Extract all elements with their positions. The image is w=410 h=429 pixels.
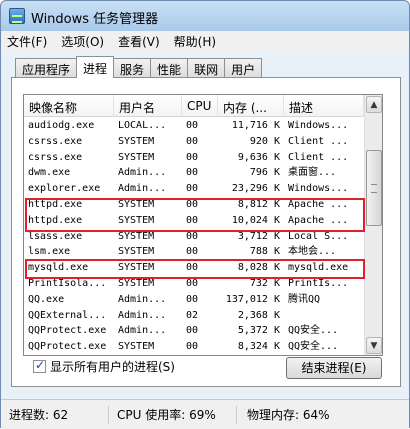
memory-value: 2,368 K [237,309,280,321]
memory-value: 137,012 K [225,293,280,305]
cpu-value: 00 [186,135,199,147]
process-row[interactable]: QQ.exe Admin... 00 137,012 K 腾讯QQ [24,292,364,308]
tab-users[interactable]: 用户 [224,58,263,78]
user-name: SYSTEM [118,341,155,353]
cpu-value: 00 [186,151,199,163]
window-title: Windows 任务管理器 [31,12,159,27]
image-name: csrss.exe [28,151,83,163]
cpu-value: 00 [186,167,199,179]
image-name: csrss.exe [28,135,83,147]
user-name: SYSTEM [118,135,155,147]
status-process-count: 进程数: 62 [9,406,109,424]
column-header: 映像名称 用户名 CPU 内存 (... 描述 [24,95,364,117]
tab-applications[interactable]: 应用程序 [15,58,78,78]
description: 腾讯QQ [288,293,321,305]
tab-strip: 应用程序 进程 服务 性能 联网 用户 [15,56,263,78]
image-name: QQExternal... [28,309,107,321]
process-row[interactable]: QQProtect.exe SYSTEM 00 8,324 K QQ安全... [24,339,364,355]
image-name: audiodg.exe [28,120,95,131]
tab-networking[interactable]: 联网 [187,58,226,78]
user-name: Admin... [118,325,167,337]
process-row[interactable]: lsm.exe SYSTEM 00 788 K 本地会... [24,244,364,260]
process-row[interactable]: csrss.exe SYSTEM 00 9,636 K Client ... [24,150,364,166]
memory-value: 5,372 K [237,325,280,337]
description: 桌面窗... [288,167,337,179]
user-name: Admin... [118,309,167,321]
cpu-value: 00 [186,341,199,353]
tab-processes[interactable]: 进程 [76,56,115,78]
cpu-value: 00 [186,183,199,195]
user-name: Admin... [118,167,167,179]
process-rows: audiodg.exe LOCAL... 00 11,716 K Windows… [24,118,364,355]
process-row[interactable]: QQProtect.exe Admin... 00 5,372 K QQ安全..… [24,323,364,339]
column-image-name[interactable]: 映像名称 [24,95,114,117]
description: QQ安全... [288,325,339,337]
scroll-down-icon[interactable]: ▼ [366,337,382,354]
column-user-name[interactable]: 用户名 [114,95,182,117]
show-all-users-checkbox[interactable] [33,358,46,373]
image-name: dwm.exe [28,167,71,179]
memory-value: 9,636 K [237,151,280,163]
task-manager-icon [9,8,25,24]
column-cpu[interactable]: CPU [182,95,218,117]
memory-value: 796 K [249,167,280,179]
description [284,308,364,324]
user-name: Admin... [118,293,167,305]
process-row[interactable]: dwm.exe Admin... 00 796 K 桌面窗... [24,165,364,181]
description: 本地会... [288,246,337,258]
cpu-value: 00 [186,293,199,305]
tab-performance[interactable]: 性能 [150,58,189,78]
description: Client ... [288,151,349,163]
image-name: explorer.exe [28,183,101,195]
menu-bar: 文件(F) 选项(O) 查看(V) 帮助(H) [1,31,409,51]
description: QQ安全... [288,341,339,353]
cpu-value: 00 [186,120,199,131]
end-process-button[interactable]: 结束进程(E) [286,357,382,379]
process-row[interactable]: QQExternal... Admin... 02 2,368 K [24,308,364,324]
title-bar[interactable]: Windows 任务管理器 [1,1,409,31]
show-all-users-option[interactable]: 显示所有用户的进程(S) [33,358,175,375]
status-bar: 进程数: 62 CPU 使用率: 69% 物理内存: 64% [1,399,409,429]
show-all-users-label: 显示所有用户的进程(S) [50,360,175,374]
memory-value: 788 K [249,246,280,258]
process-row[interactable]: explorer.exe Admin... 00 23,296 K Window… [24,181,364,197]
tab-services[interactable]: 服务 [113,58,152,78]
scroll-thumb[interactable] [366,150,382,226]
task-manager-window: Windows 任务管理器 文件(F) 选项(O) 查看(V) 帮助(H) 应用… [0,0,410,429]
column-memory[interactable]: 内存 (... [218,95,284,117]
user-name: Admin... [118,183,167,195]
user-name: SYSTEM [118,151,155,163]
process-row[interactable]: audiodg.exe LOCAL... 00 11,716 K Windows… [24,118,364,134]
image-name: QQ.exe [28,293,65,305]
menu-file[interactable]: 文件(F) [7,33,47,50]
description: Client ... [288,135,349,147]
cpu-value: 00 [186,246,199,258]
highlight-httpd-rows [25,198,365,232]
cpu-value: 02 [186,309,199,321]
memory-value: 920 K [249,135,280,147]
status-cpu-usage: CPU 使用率: 69% [117,406,237,424]
highlight-mysqld-row [25,259,365,279]
menu-view[interactable]: 查看(V) [118,33,160,50]
menu-options[interactable]: 选项(O) [61,33,104,50]
user-name: SYSTEM [118,246,155,258]
description: Windows... [288,120,349,131]
menu-help[interactable]: 帮助(H) [174,33,216,50]
column-description[interactable]: 描述 [284,95,364,117]
memory-value: 11,716 K [231,120,280,131]
user-name: LOCAL... [118,120,167,131]
status-memory-usage: 物理内存: 64% [247,408,330,422]
image-name: lsm.exe [28,246,71,258]
image-name: QQProtect.exe [28,325,107,337]
cpu-value: 00 [186,325,199,337]
vertical-scrollbar[interactable]: ▲ ▼ [364,95,382,355]
memory-value: 8,324 K [237,341,280,353]
memory-value: 23,296 K [231,183,280,195]
process-row[interactable]: csrss.exe SYSTEM 00 920 K Client ... [24,134,364,150]
description: Windows... [288,183,349,195]
scroll-up-icon[interactable]: ▲ [366,96,382,113]
image-name: QQProtect.exe [28,341,107,353]
